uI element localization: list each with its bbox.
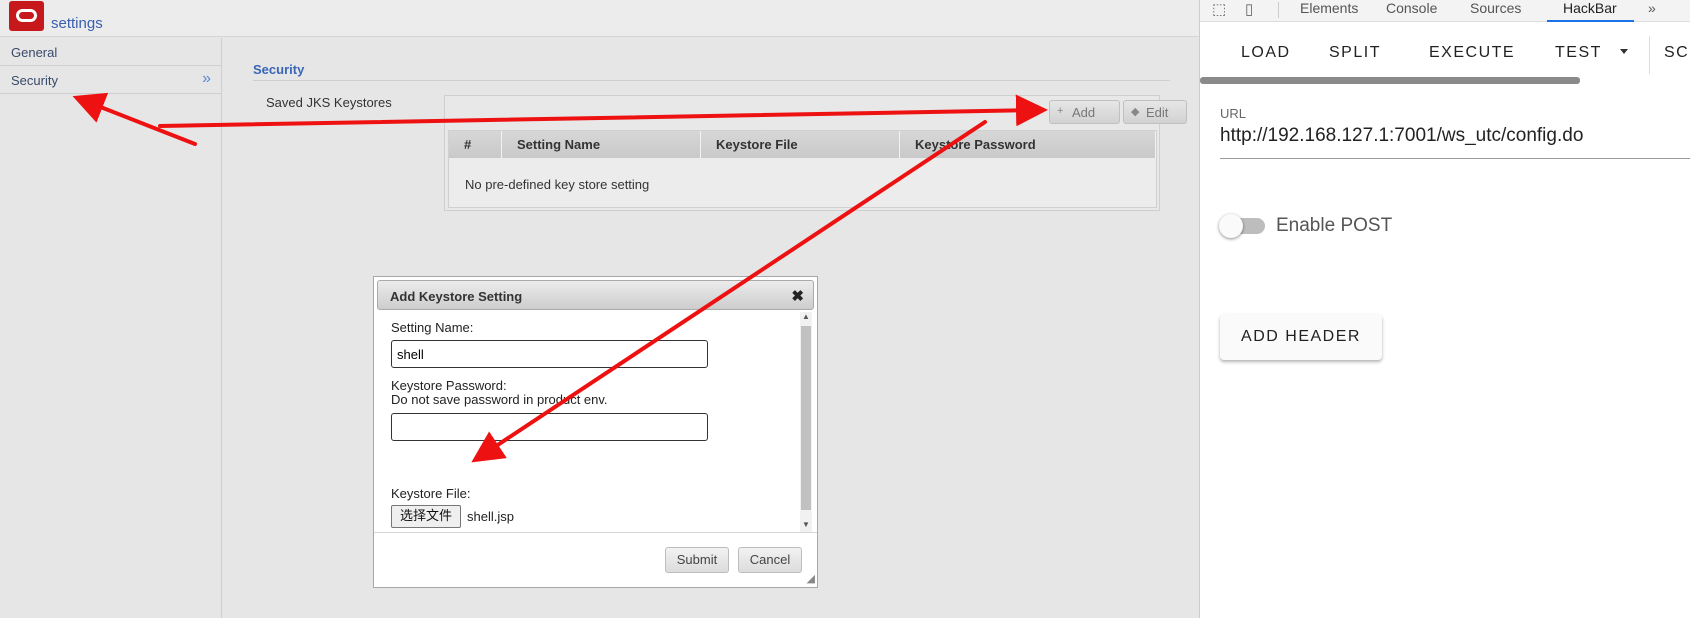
keystore-file-label: Keystore File: — [391, 486, 471, 501]
device-toolbar-icon[interactable]: ▯ — [1245, 0, 1253, 18]
empty-table-message: No pre-defined key store setting — [465, 177, 650, 192]
url-label: URL — [1220, 106, 1247, 121]
execute-button[interactable]: EXECUTE — [1429, 44, 1515, 62]
oracle-logo-icon — [9, 1, 44, 31]
double-chevron-right-icon: » — [202, 70, 211, 87]
app-title: settings — [51, 15, 103, 32]
scrollbar-thumb[interactable] — [801, 326, 811, 510]
column-header[interactable]: Setting Name — [502, 131, 701, 158]
selected-file-name: shell.jsp — [467, 509, 514, 524]
app-window: settings General Security » Security Sav… — [0, 0, 1199, 618]
resize-grip-icon[interactable]: ◢ — [807, 572, 815, 585]
tab-hackbar[interactable]: HackBar — [1563, 0, 1617, 16]
setting-name-label: Setting Name: — [391, 320, 474, 335]
devtools-panel: ⬚ ▯ Elements Console Sources HackBar » L… — [1199, 0, 1690, 618]
tab-elements[interactable]: Elements — [1300, 0, 1358, 16]
keystore-table: # Setting Name Keystore File Keystore Pa… — [448, 130, 1157, 208]
inspect-element-icon[interactable]: ⬚ — [1212, 0, 1226, 18]
edit-button[interactable]: ◆ Edit — [1123, 100, 1187, 124]
add-button-label: Add — [1072, 105, 1096, 120]
more-tabs-icon[interactable]: » — [1648, 0, 1656, 16]
keystore-password-hint: Do not save password in product env. — [391, 392, 608, 407]
keystore-panel: + Add ◆ Edit # Setting Name Keystore Fil… — [444, 95, 1187, 211]
tab-console[interactable]: Console — [1386, 0, 1437, 16]
load-button[interactable]: LOAD — [1241, 44, 1291, 62]
plus-icon: + — [1057, 105, 1064, 117]
add-button[interactable]: + Add — [1049, 100, 1120, 124]
choose-file-button[interactable]: 选择文件 — [391, 505, 461, 528]
url-input[interactable]: http://192.168.127.1:7001/ws_utc/config.… — [1220, 125, 1583, 147]
section-heading: Security — [253, 62, 305, 77]
sidebar-item-label: General — [11, 45, 58, 60]
sc-button[interactable]: SC — [1664, 44, 1689, 62]
add-keystore-dialog: Add Keystore Setting ✖ Setting Name: Key… — [373, 276, 818, 588]
sidebar-item-general[interactable]: General — [0, 38, 221, 66]
test-button[interactable]: TEST — [1555, 44, 1602, 62]
dialog-scrollbar[interactable]: ▲ ▼ — [800, 312, 812, 532]
dialog-body: Setting Name: Keystore Password: Do not … — [375, 312, 807, 532]
saved-keystores-label: Saved JKS Keystores — [266, 95, 392, 110]
devtools-tabbar: ⬚ ▯ Elements Console Sources HackBar » — [1200, 0, 1690, 22]
column-header[interactable]: Keystore File — [701, 131, 900, 158]
edit-button-label: Edit — [1146, 105, 1169, 120]
sidebar-item-label: Security — [11, 73, 58, 88]
scroll-down-icon[interactable]: ▼ — [802, 520, 810, 529]
sidebar: General Security » — [0, 38, 222, 618]
toolbar-divider — [1649, 36, 1650, 74]
column-header[interactable]: # — [449, 131, 502, 158]
tag-icon: ◆ — [1131, 106, 1140, 118]
active-tab-indicator — [1547, 20, 1634, 22]
sidebar-item-security[interactable]: Security » — [0, 66, 221, 94]
dialog-title: Add Keystore Setting — [390, 289, 523, 304]
scroll-up-icon[interactable]: ▲ — [802, 312, 810, 321]
close-icon[interactable]: ✖ — [791, 287, 804, 305]
tab-sources[interactable]: Sources — [1470, 0, 1521, 16]
toolbar-scrollbar[interactable] — [1200, 77, 1580, 84]
toolbar-divider — [1278, 2, 1279, 18]
toggle-knob[interactable] — [1219, 214, 1243, 238]
split-button[interactable]: SPLIT — [1329, 44, 1381, 62]
enable-post-label: Enable POST — [1276, 215, 1393, 236]
screen: settings General Security » Security Sav… — [0, 0, 1690, 618]
chevron-down-icon[interactable] — [1620, 49, 1628, 54]
app-header: settings — [0, 0, 1199, 37]
setting-name-input[interactable] — [391, 340, 708, 368]
hackbar-toolbar: LOAD SPLIT EXECUTE TEST SC — [1200, 28, 1690, 82]
dialog-titlebar[interactable]: Add Keystore Setting ✖ — [377, 280, 814, 310]
column-header[interactable]: Keystore Password — [900, 131, 1156, 158]
submit-button[interactable]: Submit — [665, 547, 729, 573]
url-input-underline — [1220, 158, 1690, 159]
keystore-password-input[interactable] — [391, 413, 708, 441]
dialog-footer: Submit Cancel — [374, 532, 817, 587]
cancel-button[interactable]: Cancel — [738, 547, 802, 573]
section-divider — [253, 80, 1170, 81]
add-header-button[interactable]: ADD HEADER — [1220, 314, 1382, 360]
